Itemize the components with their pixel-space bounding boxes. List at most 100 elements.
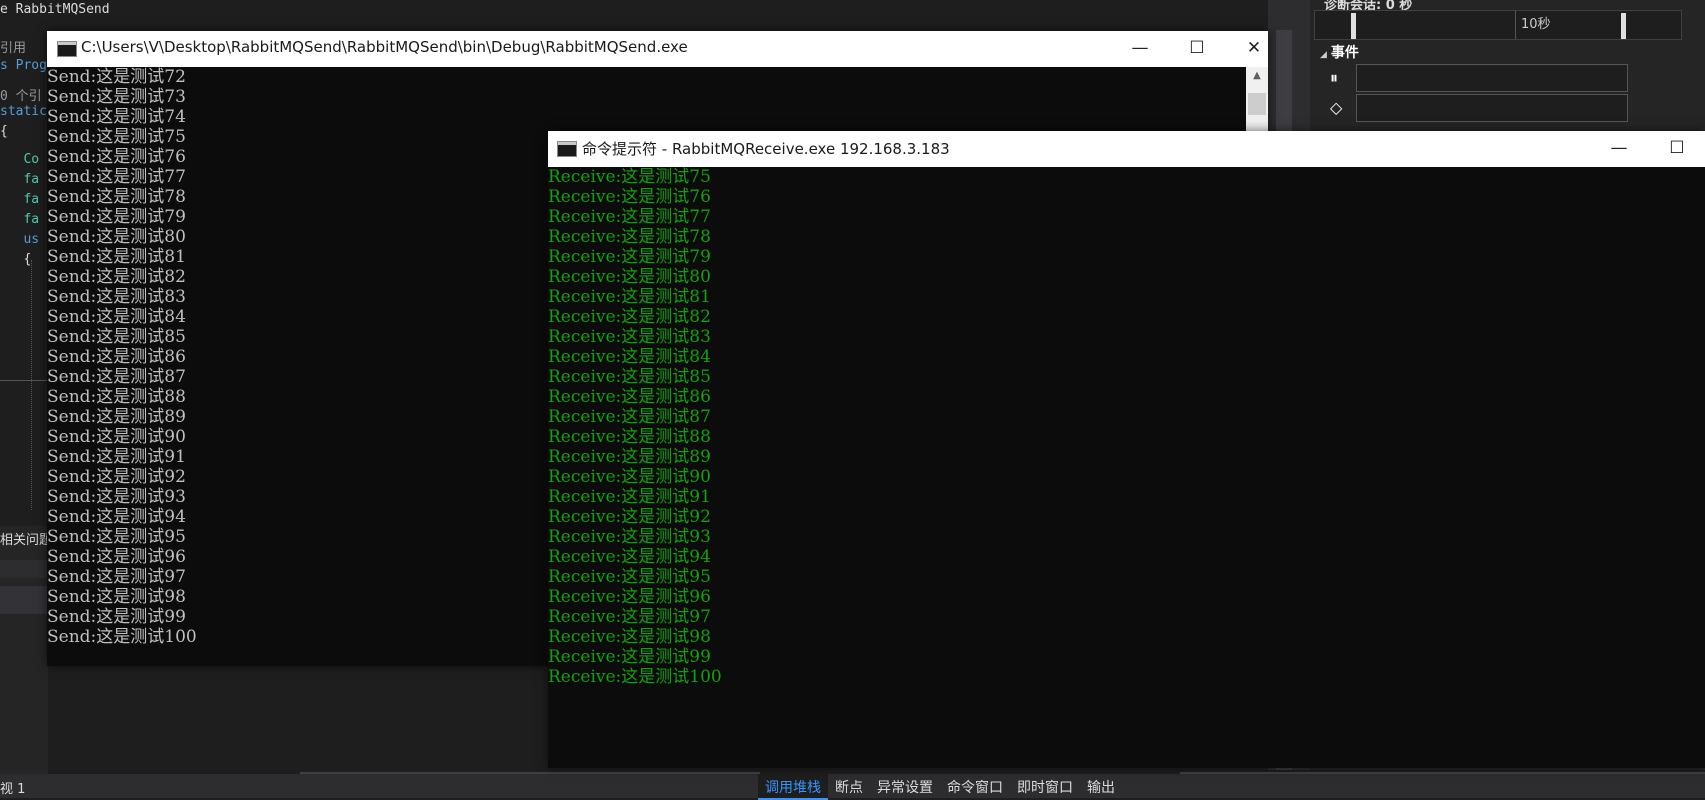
console-line: Send:这是测试75 (47, 127, 186, 147)
scroll-up-arrow-icon[interactable]: ▲ (1246, 67, 1268, 85)
console-line: Receive:这是测试89 (548, 447, 711, 467)
timeline-tick (1515, 11, 1516, 39)
console-line: Send:这是测试94 (47, 507, 186, 527)
tab-breakpoints[interactable]: 断点 (828, 774, 870, 798)
maximize-icon[interactable]: ☐ (1169, 31, 1225, 67)
console-line: Send:这是测试78 (47, 187, 186, 207)
console-line: Send:这是测试86 (47, 347, 186, 367)
console-line: Receive:这是测试78 (548, 227, 711, 247)
ide-divider (0, 380, 48, 381)
timeline-label: 10秒 (1521, 17, 1551, 32)
console-line: Send:这是测试79 (47, 207, 186, 227)
events-row-pause[interactable]: ⏸ (1314, 64, 1686, 92)
timeline-end-handle[interactable] (1621, 13, 1626, 39)
console-line: Receive:这是测试99 (548, 647, 711, 667)
console-app-icon (57, 41, 77, 57)
console-line: Receive:这是测试87 (548, 407, 711, 427)
send-window-title-bar[interactable]: C:\Users\V\Desktop\RabbitMQSend\RabbitMQ… (47, 31, 1268, 67)
receive-console-output: Receive:这是测试75 Receive:这是测试76 Receive:这是测试… (548, 167, 1705, 768)
console-line: Send:这是测试72 (47, 67, 186, 87)
console-line: Receive:这是测试77 (548, 207, 711, 227)
receive-window-title-bar[interactable]: 命令提示符 - RabbitMQReceive.exe 192.168.3.18… (548, 131, 1705, 167)
events-header-label: 事件 (1330, 45, 1359, 61)
console-line: Send:这是测试82 (47, 267, 186, 287)
console-line: Send:这是测试77 (47, 167, 186, 187)
cmd-app-icon (557, 141, 577, 157)
console-line: Receive:这是测试76 (548, 187, 711, 207)
console-line: Send:这是测试83 (47, 287, 186, 307)
console-line: Send:这是测试90 (47, 427, 186, 447)
console-line: Send:这是测试93 (47, 487, 186, 507)
console-line: Receive:这是测试81 (548, 287, 711, 307)
console-line: Receive:这是测试88 (548, 427, 711, 447)
console-line: Send:这是测试84 (47, 307, 186, 327)
console-line: Send:这是测试89 (47, 407, 186, 427)
code-line: Co (0, 152, 40, 167)
tab-immediate-window[interactable]: 即时窗口 (1010, 774, 1080, 798)
related-issues-label[interactable]: 相关问题 (0, 529, 52, 548)
console-line: Send:这是测试73 (47, 87, 186, 107)
events-row-diamond[interactable]: ◇ (1314, 94, 1686, 122)
receive-console-window[interactable]: 命令提示符 - RabbitMQReceive.exe 192.168.3.18… (548, 131, 1705, 768)
send-window-title: C:\Users\V\Desktop\RabbitMQSend\RabbitMQ… (81, 38, 688, 56)
console-line: Receive:这是测试98 (548, 627, 711, 647)
code-line: { (0, 252, 32, 267)
tab-command-window[interactable]: 命令窗口 (940, 774, 1010, 798)
console-line: Receive:这是测试83 (548, 327, 711, 347)
console-line: Receive:这是测试95 (548, 567, 711, 587)
ide-indent-guide (31, 260, 33, 510)
console-line: Send:这是测试95 (47, 527, 186, 547)
tab-output[interactable]: 输出 (1080, 774, 1122, 798)
console-line: Receive:这是测试85 (548, 367, 711, 387)
console-line: Receive:这是测试93 (548, 527, 711, 547)
pause-icon: ⏸ (1330, 68, 1339, 87)
console-line: Receive:这是测试90 (548, 467, 711, 487)
minimize-icon[interactable]: — (1112, 31, 1168, 67)
console-line: Send:这是测试100 (47, 627, 197, 647)
console-line: Receive:这是测试100 (548, 667, 722, 687)
ide-bottom-tab-bar: 视 1 调用堆栈 断点 异常设置 命令窗口 即时窗口 输出 (0, 774, 1705, 800)
console-line: Send:这是测试99 (47, 607, 186, 627)
maximize-icon[interactable]: ☐ (1649, 131, 1705, 167)
events-section-header[interactable]: ◢ 事件 (1320, 42, 1359, 62)
scroll-thumb[interactable] (1248, 93, 1266, 115)
code-line: us (0, 232, 40, 247)
console-line: Receive:这是测试80 (548, 267, 711, 287)
console-line: Send:这是测试91 (47, 447, 186, 467)
code-line: static (0, 104, 47, 119)
console-line: Receive:这是测试96 (548, 587, 711, 607)
bottom-tabs: 调用堆栈 断点 异常设置 命令窗口 即时窗口 输出 (758, 774, 1122, 800)
tab-call-stack[interactable]: 调用堆栈 (758, 774, 828, 800)
console-line: Send:这是测试92 (47, 467, 186, 487)
ide-document-title: e RabbitMQSend (0, 2, 110, 17)
code-line: s Prog (0, 58, 47, 73)
console-line: Send:这是测试85 (47, 327, 186, 347)
console-line: Receive:这是测试94 (548, 547, 711, 567)
diamond-icon: ◇ (1330, 98, 1343, 117)
console-line: Send:这是测试88 (47, 387, 186, 407)
diagnostics-timeline[interactable]: 10秒 (1314, 10, 1682, 40)
code-line: fa (0, 172, 40, 187)
tab-exception-settings[interactable]: 异常设置 (870, 774, 940, 798)
ide-panel-strip (0, 560, 48, 578)
console-line: Receive:这是测试82 (548, 307, 711, 327)
console-line: Receive:这是测试97 (548, 607, 711, 627)
console-line: Send:这是测试81 (47, 247, 186, 267)
send-console-lines: Send:这是测试72 Send:这是测试73 Send:这是测试74 Send:这是… (47, 67, 197, 647)
console-line: Send:这是测试96 (47, 547, 186, 567)
console-line: Send:这是测试87 (47, 367, 186, 387)
console-line: Receive:这是测试79 (548, 247, 711, 267)
console-line: Send:这是测试97 (47, 567, 186, 587)
receive-console-lines: Receive:这是测试75 Receive:这是测试76 Receive:这是测试… (548, 167, 722, 687)
close-icon[interactable]: ✕ (1226, 31, 1282, 67)
code-line: 0 个引 (0, 89, 42, 104)
ide-title-bar: e RabbitMQSend (0, 0, 1300, 24)
console-line: Receive:这是测试86 (548, 387, 711, 407)
ide-code-editor[interactable]: 引用 s Prog 0 个引 static { Co fa fa fa us { (0, 24, 48, 524)
console-line: Send:这是测试98 (47, 587, 186, 607)
events-track (1356, 64, 1628, 92)
console-line: Send:这是测试74 (47, 107, 186, 127)
timeline-start-handle[interactable] (1351, 13, 1356, 39)
code-line: 引用 (0, 41, 27, 56)
minimize-icon[interactable]: — (1591, 131, 1647, 167)
